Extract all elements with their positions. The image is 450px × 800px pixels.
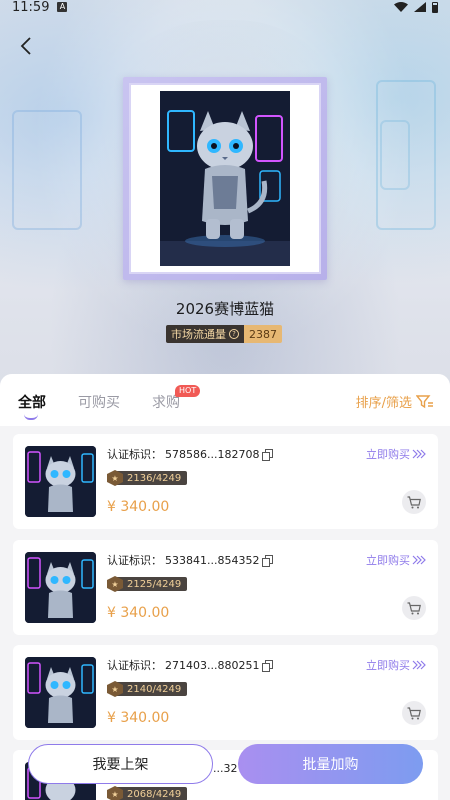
nft-title: 2026赛博蓝猫 <box>175 300 275 318</box>
serial-number: 2140/4249 <box>117 682 188 696</box>
circulation-badge[interactable]: 市场流通量 ? 2387 <box>166 325 282 343</box>
price: ¥ 340.00 <box>107 710 170 726</box>
notification-icon: A <box>57 2 68 12</box>
cart-icon <box>407 601 421 614</box>
cert-label: 认证标识： <box>107 448 162 461</box>
sort-filter-label: 排序/筛选 <box>355 396 412 411</box>
help-icon: ? <box>229 329 239 339</box>
cyber-cat-artwork <box>160 91 290 266</box>
serial-number: 2125/4249 <box>117 577 188 591</box>
circulation-label-wrap: 市场流通量 ? <box>166 325 244 343</box>
listing-thumbnail <box>25 446 96 517</box>
serial-badge: ★ 2068/4249 <box>107 786 188 800</box>
double-chevron-right-icon <box>412 660 426 670</box>
certificate-id: 认证标识： 578586...182708 <box>107 446 274 462</box>
hot-badge: HOT <box>175 385 201 397</box>
wifi-icon <box>394 2 408 12</box>
listing-card[interactable]: 认证标识： 533841...854352 ★ 2125/4249 ¥ 340.… <box>13 540 438 635</box>
add-to-cart-button[interactable] <box>402 490 426 514</box>
back-button[interactable] <box>12 32 40 60</box>
certificate-id: 认证标识： 533841...854352 <box>107 552 274 568</box>
filter-icon <box>416 394 433 408</box>
listing-card[interactable]: 认证标识： 271403...880251 ★ 2140/4249 ¥ 340.… <box>13 645 438 740</box>
tab-all[interactable]: 全部 <box>18 392 46 412</box>
cart-icon <box>407 495 421 508</box>
bulk-add-to-cart-button[interactable]: 批量加购 <box>238 744 423 784</box>
copy-icon[interactable] <box>262 660 274 672</box>
buy-now-link[interactable]: 立即购买 <box>366 657 426 673</box>
artwork-frame[interactable] <box>123 77 327 280</box>
circulation-label: 市场流通量 <box>171 328 226 341</box>
copy-icon[interactable] <box>262 555 274 567</box>
tab-buyable[interactable]: 可购买 <box>78 392 120 412</box>
listing-card[interactable]: 认证标识： 578586...182708 ★ 2136/4249 ¥ 340.… <box>13 434 438 529</box>
buy-now-label: 立即购买 <box>366 659 410 672</box>
price: ¥ 340.00 <box>107 605 170 621</box>
price: ¥ 340.00 <box>107 499 170 515</box>
cert-label: 认证标识： <box>107 554 162 567</box>
copy-icon[interactable] <box>262 449 274 461</box>
background-neon-panel <box>12 110 82 230</box>
buy-now-link[interactable]: 立即购买 <box>366 446 426 462</box>
battery-icon <box>432 1 438 13</box>
chevron-left-icon <box>20 37 31 55</box>
circulation-value: 2387 <box>244 325 282 343</box>
status-bar: 11:59 A <box>0 0 450 15</box>
status-time: 11:59 <box>12 0 50 15</box>
buy-now-label: 立即购买 <box>366 554 410 567</box>
listing-thumbnail <box>25 657 96 728</box>
signal-icon <box>414 2 426 12</box>
add-to-cart-button[interactable] <box>402 596 426 620</box>
serial-badge: ★ 2136/4249 <box>107 470 188 486</box>
tab-active-indicator <box>24 414 38 420</box>
background-neon-panel <box>380 120 410 190</box>
listing-thumbnail <box>25 552 96 623</box>
certificate-id: 认证标识： 271403...880251 <box>107 657 274 673</box>
serial-number: 2068/4249 <box>117 787 188 800</box>
tab-bar: 全部 可购买 求购 HOT 排序/筛选 <box>0 374 450 426</box>
cert-value: 578586...182708 <box>165 447 260 461</box>
serial-badge: ★ 2125/4249 <box>107 576 188 592</box>
list-for-sale-button[interactable]: 我要上架 <box>28 744 213 784</box>
serial-number: 2136/4249 <box>117 471 188 485</box>
cert-value: 533841...854352 <box>165 553 260 567</box>
add-to-cart-button[interactable] <box>402 701 426 725</box>
artwork-mat <box>129 83 321 274</box>
double-chevron-right-icon <box>412 555 426 565</box>
sort-filter-button[interactable]: 排序/筛选 <box>356 392 434 411</box>
serial-badge: ★ 2140/4249 <box>107 681 188 697</box>
buy-now-label: 立即购买 <box>366 448 410 461</box>
cert-value: 271403...880251 <box>165 658 260 672</box>
cart-icon <box>407 706 421 719</box>
double-chevron-right-icon <box>412 449 426 459</box>
cert-label: 认证标识： <box>107 659 162 672</box>
buy-now-link[interactable]: 立即购买 <box>366 552 426 568</box>
